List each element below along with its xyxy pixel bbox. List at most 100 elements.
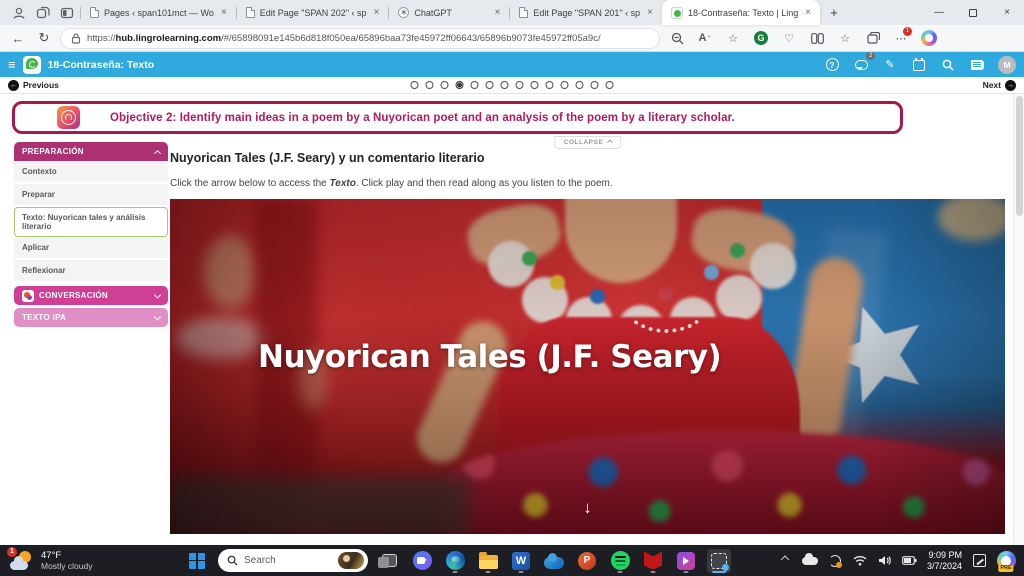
- tab-edit-span201[interactable]: Edit Page "SPAN 201" ‹ sp ×: [510, 0, 662, 25]
- sidebar-item-contexto[interactable]: Contexto: [14, 161, 168, 184]
- progress-dot[interactable]: [576, 81, 584, 89]
- calendar-icon[interactable]: [911, 57, 927, 73]
- hamburger-menu-icon[interactable]: ≡: [8, 57, 16, 72]
- url-field[interactable]: https://hub.lingrolearning.com/#/6589809…: [60, 28, 660, 49]
- profile-icon[interactable]: [8, 3, 30, 22]
- tab-chatgpt[interactable]: ∗ ChatGPT ×: [389, 0, 509, 25]
- minimize-button[interactable]: —: [922, 0, 956, 25]
- chevron-down-icon: [154, 313, 161, 320]
- snipping-tool-button[interactable]: [707, 549, 731, 573]
- scroll-down-arrow[interactable]: ↓: [583, 498, 592, 518]
- close-tab-icon[interactable]: ×: [372, 7, 382, 18]
- update-badge: 1: [903, 27, 912, 36]
- tab-actions-icon[interactable]: [56, 3, 78, 22]
- sidebar-section-texto-ipa[interactable]: TEXTO IPA: [14, 308, 168, 327]
- wifi-icon[interactable]: [852, 553, 868, 569]
- grammarly-icon[interactable]: G: [750, 28, 772, 48]
- sidebar-item-aplicar[interactable]: Aplicar: [14, 237, 168, 260]
- tray-chevron-up-icon[interactable]: [777, 553, 793, 569]
- word-button[interactable]: W: [509, 549, 533, 573]
- close-tab-icon[interactable]: ×: [803, 7, 813, 18]
- next-button[interactable]: Next →: [983, 80, 1016, 91]
- mcafee-icon: [644, 552, 662, 570]
- onedrive-button[interactable]: [542, 549, 566, 573]
- taskbar-search[interactable]: Search: [218, 549, 368, 572]
- touch-keyboard-icon[interactable]: [971, 553, 987, 569]
- clipchamp-button[interactable]: [674, 549, 698, 573]
- start-button[interactable]: [185, 549, 209, 573]
- chat-app-button[interactable]: [410, 549, 434, 573]
- sync-update-icon[interactable]: [827, 553, 843, 569]
- favorite-star-icon[interactable]: ☆: [722, 28, 744, 48]
- close-tab-icon[interactable]: ×: [493, 7, 503, 18]
- close-window-button[interactable]: ×: [990, 0, 1024, 25]
- progress-dot[interactable]: [531, 81, 539, 89]
- maximize-button[interactable]: [956, 0, 990, 25]
- previous-button[interactable]: ← Previous: [8, 80, 59, 91]
- close-tab-icon[interactable]: ×: [645, 7, 655, 18]
- sidebar-item-texto-selected[interactable]: Texto: Nuyorican tales y análisis litera…: [14, 207, 168, 237]
- sidebar-section-preparacion[interactable]: PREPARACIÓN: [14, 142, 168, 161]
- user-avatar[interactable]: M: [998, 56, 1016, 74]
- volume-icon[interactable]: [877, 553, 893, 569]
- back-icon[interactable]: ←: [8, 31, 28, 46]
- progress-dot[interactable]: [591, 81, 599, 89]
- page-favicon: [90, 7, 99, 18]
- search-icon[interactable]: [940, 57, 956, 73]
- lesson-title: 18-Contraseña: Texto: [48, 59, 155, 71]
- progress-dot[interactable]: [606, 81, 614, 89]
- file-explorer-button[interactable]: [476, 549, 500, 573]
- copilot-icon[interactable]: [918, 28, 940, 48]
- lingro-logo: [23, 56, 41, 74]
- collapse-button[interactable]: COLLAPSE: [554, 136, 621, 149]
- split-screen-icon[interactable]: [806, 28, 828, 48]
- tab-lingro-active[interactable]: 18-Contraseña: Texto | Ling ×: [662, 0, 820, 25]
- scrollbar-thumb[interactable]: [1016, 96, 1023, 216]
- edit-icon[interactable]: ✎: [882, 57, 898, 73]
- copilot-preview-icon[interactable]: PRE: [996, 553, 1016, 569]
- task-view-button[interactable]: [377, 549, 401, 573]
- weather-widget[interactable]: 1 47°F Mostly cloudy: [0, 550, 93, 571]
- more-menu-icon[interactable]: ⋯1: [890, 28, 912, 48]
- powerpoint-button[interactable]: P: [575, 549, 599, 573]
- spotify-button[interactable]: [608, 549, 632, 573]
- edge-button[interactable]: [443, 549, 467, 573]
- onedrive-tray-icon[interactable]: [802, 553, 818, 569]
- progress-dot[interactable]: [471, 81, 479, 89]
- workspaces-icon[interactable]: [32, 3, 54, 22]
- sidebar-item-reflexionar[interactable]: Reflexionar: [14, 260, 168, 283]
- windows-icon: [189, 553, 205, 569]
- collections-icon[interactable]: [862, 28, 884, 48]
- progress-dot[interactable]: [516, 81, 524, 89]
- battery-icon[interactable]: [902, 553, 918, 569]
- scrollbar[interactable]: [1013, 94, 1024, 545]
- sidebar-section-conversacion[interactable]: CONVERSACIÓN: [14, 286, 168, 305]
- progress-dot[interactable]: [411, 81, 419, 89]
- app-header: ≡ 18-Contraseña: Texto ? 2 ✎ M: [0, 52, 1024, 77]
- objective-banner: Objective 2: Identify main ideas in a po…: [12, 101, 903, 134]
- tab-edit-span202[interactable]: Edit Page "SPAN 202" ‹ sp ×: [237, 0, 389, 25]
- progress-dot[interactable]: [546, 81, 554, 89]
- progress-dot[interactable]: [561, 81, 569, 89]
- progress-dot[interactable]: [501, 81, 509, 89]
- help-icon[interactable]: ?: [824, 57, 840, 73]
- close-tab-icon[interactable]: ×: [219, 7, 229, 18]
- progress-dot-active[interactable]: [456, 81, 464, 89]
- read-aloud-icon[interactable]: A⌃: [694, 28, 716, 48]
- zoom-out-icon[interactable]: [666, 28, 688, 48]
- progress-dot[interactable]: [426, 81, 434, 89]
- progress-dot[interactable]: [441, 81, 449, 89]
- favorites-bar-icon[interactable]: ☆: [834, 28, 856, 48]
- library-book-icon[interactable]: [969, 57, 985, 73]
- content-instruction: Click the arrow below to access the Text…: [170, 178, 1005, 189]
- sidebar-item-preparar[interactable]: Preparar: [14, 184, 168, 207]
- messages-icon[interactable]: 2: [853, 57, 869, 73]
- new-tab-button[interactable]: +: [824, 3, 844, 23]
- chat-app-icon: [413, 551, 432, 570]
- browser-essentials-icon[interactable]: ♡: [778, 28, 800, 48]
- clock[interactable]: 9:09 PM 3/7/2024: [927, 550, 962, 572]
- progress-dot[interactable]: [486, 81, 494, 89]
- tab-pages-span101[interactable]: Pages ‹ span101mct — Wo ×: [81, 0, 236, 25]
- refresh-icon[interactable]: ↻: [34, 30, 54, 46]
- mcafee-button[interactable]: [641, 549, 665, 573]
